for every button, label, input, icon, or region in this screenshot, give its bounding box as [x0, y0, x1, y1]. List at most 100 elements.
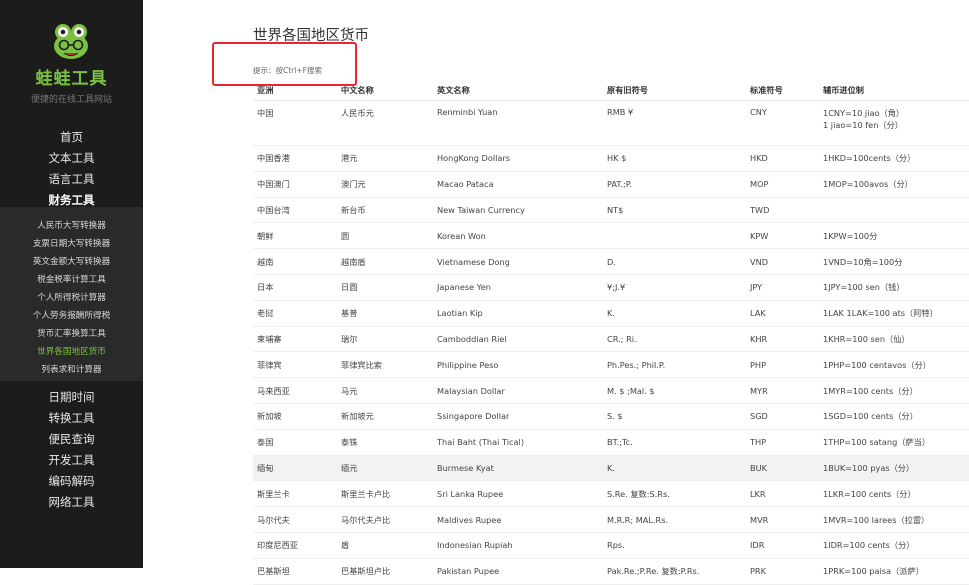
sub-item-exchange-rate[interactable]: 货币汇率换算工具 [0, 327, 143, 339]
cell-subunit: 1MYR=100 cents（分） [819, 377, 969, 404]
table-header-row: 亚洲 中文名称 英文名称 原有旧符号 标准符号 辅币进位制 [253, 80, 969, 101]
sub-item-income-tax[interactable]: 个人所得税计算器 [0, 291, 143, 303]
cell-chinese-name: 缅元 [337, 455, 433, 482]
cell-subunit: 1HKD=100cents（分） [819, 145, 969, 172]
cell-old-symbol: RMB ¥ [603, 100, 746, 146]
table-row: 马来西亚 马元 Malaysian Dollar M. $ ;Mal. $ MY… [253, 377, 969, 404]
cell-english-name: Thai Baht (Thai Tical) [433, 429, 603, 456]
cell-english-name: Pakistan Pupee [433, 558, 603, 585]
nav-public-query[interactable]: 便民查询 [0, 431, 143, 447]
cell-chinese-name: 新加坡元 [337, 403, 433, 430]
table-row-hovered: 缅甸 缅元 Burmese Kyat K. BUK 1BUK=100 pyas（… [253, 455, 969, 482]
cell-region: 越南 [253, 248, 337, 275]
col-header-standard-code: 标准符号 [746, 80, 819, 101]
cell-subunit: 1KPW=100分 [819, 222, 969, 250]
table-row: 马尔代夫 马尔代夫卢比 Maldives Rupee M.R.R; MAL.Rs… [253, 506, 969, 533]
nav-language-tools[interactable]: 语言工具 [0, 171, 143, 187]
cell-chinese-name: 盾 [337, 532, 433, 559]
nav-convert-tools[interactable]: 转换工具 [0, 410, 143, 426]
cell-standard-code: SGD [746, 403, 819, 430]
sub-item-english-amount[interactable]: 英文金额大写转换器 [0, 255, 143, 267]
cell-region: 中国 [253, 100, 337, 146]
cell-standard-code: JPY [746, 274, 819, 301]
cell-english-name: Indonesian Rupiah [433, 532, 603, 559]
sub-item-check-date[interactable]: 支票日期大写转换器 [0, 237, 143, 249]
nav-datetime[interactable]: 日期时间 [0, 389, 143, 405]
nav-finance-tools[interactable]: 财务工具 [0, 192, 143, 208]
cell-old-symbol: CR.; Ri. [603, 326, 746, 353]
table-row: 印度尼西亚 盾 Indonesian Rupiah Rps. IDR 1IDR=… [253, 532, 969, 559]
hint-highlight-box [212, 42, 357, 86]
cell-standard-code: MVR [746, 506, 819, 533]
cell-old-symbol: ¥;J.¥ [603, 274, 746, 301]
cell-english-name: Malaysian Dollar [433, 377, 603, 404]
cell-english-name: New Taiwan Currency [433, 197, 603, 224]
cell-english-name: Macao Pataca [433, 171, 603, 198]
nav-dev-tools[interactable]: 开发工具 [0, 452, 143, 468]
cell-region: 印度尼西亚 [253, 532, 337, 559]
cell-standard-code: LKR [746, 480, 819, 508]
cell-english-name: Vietnamese Dong [433, 248, 603, 275]
table-row: 中国澳门 澳门元 Macao Pataca PAT.;P. MOP 1MOP=1… [253, 171, 969, 198]
cell-old-symbol: BT.;Tc. [603, 429, 746, 456]
col-header-subunit: 辅币进位制 [819, 80, 969, 101]
cell-english-name: Burmese Kyat [433, 455, 603, 482]
table-row: 日本 日圆 Japanese Yen ¥;J.¥ JPY 1JPY=100 se… [253, 274, 969, 301]
sub-item-list-sum[interactable]: 列表求和计算器 [0, 363, 143, 375]
cell-standard-code: IDR [746, 532, 819, 559]
cell-old-symbol: NT$ [603, 197, 746, 224]
nav-text-tools[interactable]: 文本工具 [0, 150, 143, 166]
cell-subunit: 1IDR=100 cents（分） [819, 532, 969, 559]
cell-english-name: Philippine Peso [433, 351, 603, 379]
table-row: 柬埔寨 瑞尔 Camboddian Riel CR.; Ri. KHR 1KHR… [253, 326, 969, 353]
cell-region: 马尔代夫 [253, 506, 337, 533]
col-header-english-name: 英文名称 [433, 80, 603, 101]
sub-item-rmb-uppercase[interactable]: 人民币大写转换器 [0, 219, 143, 231]
cell-chinese-name: 马元 [337, 377, 433, 404]
cell-english-name: Maldives Rupee [433, 506, 603, 533]
cell-old-symbol: M.R.R; MAL.Rs. [603, 506, 746, 533]
cell-chinese-name: 港元 [337, 145, 433, 172]
nav-network-tools[interactable]: 网络工具 [0, 494, 143, 510]
cell-region: 中国澳门 [253, 171, 337, 198]
cell-chinese-name: 澳门元 [337, 171, 433, 198]
brand-name[interactable]: 蛙蛙工具 [0, 64, 143, 89]
cell-english-name: Renminbi Yuan [433, 100, 603, 146]
cell-standard-code: HKD [746, 145, 819, 172]
frog-logo-icon[interactable] [52, 22, 90, 60]
cell-subunit: 1CNY=10 jiao（角） 1 jiao=10 fen（分） [819, 100, 969, 146]
cell-chinese-name: 新台币 [337, 197, 433, 224]
sub-item-tax-rate[interactable]: 税金税率计算工具 [0, 273, 143, 285]
cell-region: 缅甸 [253, 455, 337, 482]
cell-chinese-name: 泰铢 [337, 429, 433, 456]
table-row: 越南 越南盾 Vietnamese Dong D. VND 1VND=10角=1… [253, 248, 969, 275]
cell-standard-code: KPW [746, 222, 819, 250]
cell-region: 朝鲜 [253, 222, 337, 250]
nav-home[interactable]: 首页 [0, 129, 143, 145]
table-row: 中国香港 港元 HongKong Dollars HK $ HKD 1HKD=1… [253, 145, 969, 172]
cell-region: 日本 [253, 274, 337, 301]
cell-standard-code: PRK [746, 558, 819, 585]
sub-item-world-currency[interactable]: 世界各国地区货币 [0, 345, 143, 357]
cell-standard-code: BUK [746, 455, 819, 482]
cell-standard-code: CNY [746, 100, 819, 146]
cell-chinese-name: 瑞尔 [337, 326, 433, 353]
cell-subunit: 1JPY=100 sen（钱） [819, 274, 969, 301]
cell-region: 马来西亚 [253, 377, 337, 404]
cell-subunit: 1PRK=100 paisa（派萨） [819, 558, 969, 585]
table-row: 菲律宾 菲律宾比索 Philippine Peso Ph.Pes.; Phil.… [253, 351, 969, 379]
cell-chinese-name: 基普 [337, 300, 433, 327]
nav-encode-decode[interactable]: 编码解码 [0, 473, 143, 489]
cell-old-symbol: K. [603, 455, 746, 482]
sub-item-labor-tax[interactable]: 个人劳务报酬所得税 [0, 309, 143, 321]
col-header-old-symbol: 原有旧符号 [603, 80, 746, 101]
cell-chinese-name: 马尔代夫卢比 [337, 506, 433, 533]
cell-subunit: 1MOP=100avos（分） [819, 171, 969, 198]
cell-standard-code: PHP [746, 351, 819, 379]
cell-region: 泰国 [253, 429, 337, 456]
cell-chinese-name: 日圆 [337, 274, 433, 301]
cell-subunit [819, 197, 969, 224]
cell-old-symbol: S.Re. 复数:S.Rs. [603, 480, 746, 508]
cell-subunit-line1: 1CNY=10 jiao（角） [823, 108, 905, 118]
cell-english-name: Korean Won [433, 222, 603, 250]
